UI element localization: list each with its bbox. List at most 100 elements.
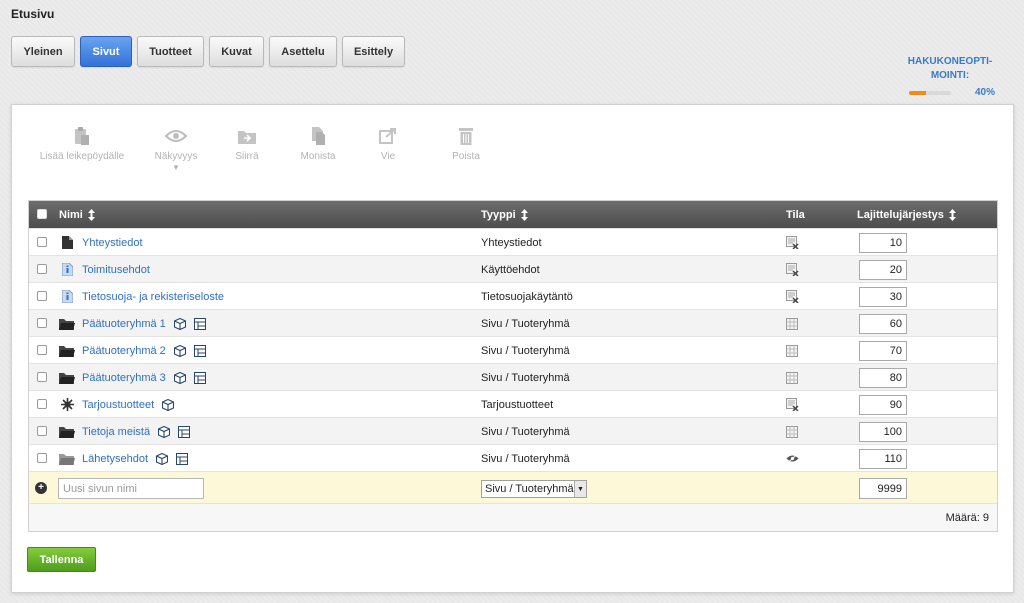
- row-count: Määrä: 9: [945, 512, 989, 524]
- sort-icon: [87, 208, 95, 221]
- tab-kuvat[interactable]: Kuvat: [209, 36, 264, 67]
- row-order-input[interactable]: 20: [859, 260, 907, 280]
- sort-icon: [948, 208, 956, 221]
- layout-icon[interactable]: [193, 344, 206, 357]
- clipboard-icon: [71, 125, 93, 147]
- visibility-dropdown[interactable]: Näkyvyys ▼: [132, 125, 220, 172]
- select-all-checkbox[interactable]: [37, 209, 47, 219]
- row-checkbox[interactable]: [37, 318, 47, 328]
- add-circle-icon[interactable]: +: [35, 482, 47, 494]
- row-order-input[interactable]: 80: [859, 368, 907, 388]
- action-toolbar: Lisää leikepöydälle Näkyvyys ▼ Siirrä Mo…: [32, 125, 518, 172]
- tab-yleinen[interactable]: Yleinen: [11, 36, 75, 67]
- row-name-link[interactable]: Tarjoustuotteet: [82, 399, 154, 411]
- row-name-cell: Tietoja meistä: [59, 418, 191, 445]
- page-title: Etusivu: [11, 7, 55, 21]
- row-name-link[interactable]: Toimitusehdot: [82, 264, 150, 276]
- row-checkbox[interactable]: [37, 372, 47, 382]
- row-name-cell: Päätuoteryhmä 1: [59, 310, 206, 337]
- folder-icon: [59, 345, 75, 357]
- folder-icon: [59, 318, 75, 330]
- row-order-input[interactable]: 100: [859, 422, 907, 442]
- new-page-order-input[interactable]: 9999: [859, 478, 907, 499]
- row-order-input[interactable]: 10: [859, 233, 907, 253]
- pages-panel: Lisää leikepöydälle Näkyvyys ▼ Siirrä Mo…: [11, 104, 1014, 593]
- row-order-input[interactable]: 110: [859, 449, 907, 469]
- new-page-type-select[interactable]: Sivu / Tuoteryhmä ▼: [481, 480, 587, 498]
- save-button[interactable]: Tallenna: [27, 547, 96, 572]
- layout-icon[interactable]: [193, 371, 206, 384]
- row-type: Sivu / Tuoteryhmä: [481, 317, 570, 330]
- seo-label-line1: HAKUKONEOPTI-: [907, 56, 993, 67]
- row-name-cell: Tarjoustuotteet: [59, 391, 175, 418]
- tab-sivut[interactable]: Sivut: [80, 36, 132, 67]
- tab-esittely[interactable]: Esittely: [342, 36, 405, 67]
- cube-icon[interactable]: [158, 425, 171, 438]
- row-order-input[interactable]: 60: [859, 314, 907, 334]
- clipboard-button[interactable]: Lisää leikepöydälle: [32, 125, 132, 172]
- eye-hidden-icon[interactable]: [786, 445, 799, 472]
- header-type[interactable]: Tyyppi: [481, 201, 528, 228]
- hidden-icon[interactable]: [786, 391, 799, 418]
- duplicate-button[interactable]: Monista: [274, 125, 362, 172]
- tab-tuotteet[interactable]: Tuotteet: [137, 36, 204, 67]
- cube-icon[interactable]: [173, 344, 186, 357]
- clipboard-label: Lisää leikepöydälle: [39, 151, 125, 162]
- hidden-icon[interactable]: [786, 283, 799, 310]
- row-name-link[interactable]: Tietoja meistä: [82, 426, 150, 438]
- delete-button[interactable]: Poista: [414, 125, 518, 172]
- grid-icon[interactable]: [786, 310, 798, 337]
- row-type: Käyttöehdot: [481, 263, 540, 276]
- row-checkbox[interactable]: [37, 291, 47, 301]
- layout-icon[interactable]: [176, 452, 189, 465]
- star-burst-icon: [59, 398, 75, 411]
- row-checkbox[interactable]: [37, 426, 47, 436]
- tab-asettelu[interactable]: Asettelu: [269, 36, 337, 67]
- table-row: Toimitusehdot Käyttöehdot 20: [29, 255, 997, 282]
- row-name-cell: Päätuoteryhmä 3: [59, 364, 206, 391]
- cube-icon[interactable]: [173, 371, 186, 384]
- row-checkbox[interactable]: [37, 345, 47, 355]
- row-checkbox[interactable]: [37, 399, 47, 409]
- seo-progress-bar: [909, 91, 951, 95]
- grid-icon[interactable]: [786, 364, 798, 391]
- table-body: Yhteystiedot Yhteystiedot 10 Toimitusehdot K…: [29, 228, 997, 471]
- seo-percent: 40%: [974, 87, 995, 98]
- delete-label: Poista: [452, 151, 480, 162]
- table-row: Lähetysehdot Sivu / Tuoteryhmä 110: [29, 444, 997, 471]
- table-row: Päätuoteryhmä 2 Sivu / Tuoteryhmä 70: [29, 336, 997, 363]
- row-checkbox[interactable]: [37, 237, 47, 247]
- cube-icon[interactable]: [162, 398, 175, 411]
- layout-icon[interactable]: [193, 317, 206, 330]
- row-order-input[interactable]: 90: [859, 395, 907, 415]
- cube-icon[interactable]: [173, 317, 186, 330]
- table-row: Päätuoteryhmä 3 Sivu / Tuoteryhmä 80: [29, 363, 997, 390]
- row-type: Tarjoustuotteet: [481, 398, 554, 411]
- row-name-link[interactable]: Yhteystiedot: [82, 237, 143, 249]
- seo-progress: 40%: [909, 87, 999, 101]
- row-name-link[interactable]: Päätuoteryhmä 2: [82, 345, 166, 357]
- folder-icon: [59, 426, 75, 438]
- row-name-link[interactable]: Tietosuoja- ja rekisteriseloste: [82, 291, 224, 303]
- header-name[interactable]: Nimi: [59, 201, 95, 228]
- export-button[interactable]: Vie: [362, 125, 414, 172]
- row-name-link[interactable]: Lähetysehdot: [82, 453, 148, 465]
- row-order-input[interactable]: 70: [859, 341, 907, 361]
- table-footer: Määrä: 9: [29, 503, 997, 531]
- grid-icon[interactable]: [786, 337, 798, 364]
- hidden-icon[interactable]: [786, 229, 799, 256]
- row-name-link[interactable]: Päätuoteryhmä 1: [82, 318, 166, 330]
- new-page-name-input[interactable]: Uusi sivun nimi: [58, 478, 204, 499]
- layout-icon[interactable]: [178, 425, 191, 438]
- row-name-cell: Yhteystiedot: [59, 229, 143, 256]
- header-order[interactable]: Lajittelujärjestys: [857, 201, 956, 228]
- row-checkbox[interactable]: [37, 264, 47, 274]
- move-button[interactable]: Siirrä: [220, 125, 274, 172]
- grid-icon[interactable]: [786, 418, 798, 445]
- row-name-link[interactable]: Päätuoteryhmä 3: [82, 372, 166, 384]
- row-checkbox[interactable]: [37, 453, 47, 463]
- hidden-icon[interactable]: [786, 256, 799, 283]
- chevron-down-icon: ▼: [574, 481, 586, 497]
- cube-icon[interactable]: [156, 452, 169, 465]
- row-order-input[interactable]: 30: [859, 287, 907, 307]
